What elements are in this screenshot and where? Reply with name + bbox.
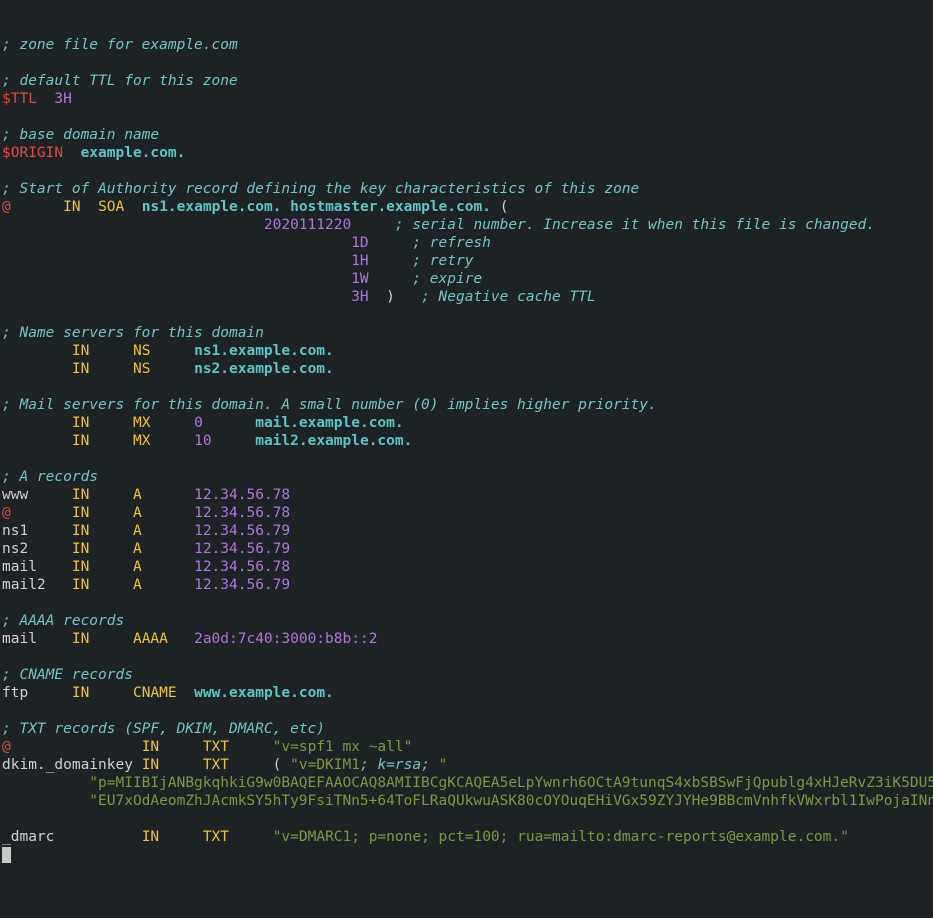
dkim-key: "EU7xOdAeomZhJAcmkSY5hTy9FsiTNn5+64ToFLR… — [2, 793, 933, 809]
dkim-key: "p=MIIBIjANBgkqhkiG9w0BAQEFAAOCAQ8AMIIBC… — [2, 775, 933, 791]
class: IN — [142, 739, 159, 755]
spf-value: "v=spf1 mx ~all" — [273, 739, 413, 755]
type-mx: MX — [133, 415, 150, 431]
dmarc-value: "v=DMARC1; p=none; pct=100; rua=mailto:d… — [273, 829, 849, 845]
class: IN — [142, 757, 159, 773]
soa-ns: ns1.example.com. — [142, 199, 282, 215]
comment: ; default TTL for this zone — [2, 73, 238, 89]
mx-host: mail.example.com. — [255, 415, 403, 431]
dkim-quote: " — [439, 757, 448, 773]
ns-host: ns2.example.com. — [194, 361, 334, 377]
dkim-name: dkim._domainkey — [2, 757, 133, 773]
type-txt: TXT — [203, 739, 229, 755]
type-ns: NS — [133, 361, 150, 377]
comment: ; base domain name — [2, 127, 159, 143]
dmarc-name: _dmarc — [2, 829, 54, 845]
class: IN — [72, 559, 89, 575]
dkim-v: "v=DKIM1 — [290, 757, 360, 773]
class: IN — [72, 487, 89, 503]
a-name: mail2 — [2, 577, 46, 593]
a-name: ns2 — [2, 541, 28, 557]
zone-file: ; zone file for example.com ; default TT… — [2, 36, 931, 864]
comment: ; refresh — [412, 235, 491, 251]
soa-mail: hostmaster.example.com. — [290, 199, 491, 215]
soa-nttl: 3H — [351, 289, 368, 305]
soa-expire: 1W — [351, 271, 368, 287]
txt-name: @ — [2, 739, 11, 755]
type-a: A — [133, 487, 142, 503]
class: IN — [72, 361, 89, 377]
soa-retry: 1H — [351, 253, 368, 269]
comment: ; Start of Authority record defining the… — [2, 181, 639, 197]
type-a: A — [133, 541, 142, 557]
ttl-directive: $TTL — [2, 91, 37, 107]
comment: ; expire — [412, 271, 482, 287]
origin-domain: example.com. — [81, 145, 186, 161]
type-a: A — [133, 505, 142, 521]
aaaa-name: mail — [2, 631, 37, 647]
a-ip: 12.34.56.78 — [194, 559, 290, 575]
class: IN — [72, 685, 89, 701]
class: IN — [72, 523, 89, 539]
soa-at: @ — [2, 199, 11, 215]
a-name: mail — [2, 559, 37, 575]
type-txt: TXT — [203, 829, 229, 845]
comment: ; AAAA records — [2, 613, 124, 629]
class: IN — [72, 631, 89, 647]
class: IN — [63, 199, 80, 215]
type-cname: CNAME — [133, 685, 177, 701]
a-ip: 12.34.56.79 — [194, 541, 290, 557]
type-a: A — [133, 523, 142, 539]
cname-target: www.example.com. — [194, 685, 334, 701]
a-name: ns1 — [2, 523, 28, 539]
cname-name: ftp — [2, 685, 28, 701]
comment: ; zone file for example.com — [2, 37, 238, 53]
ttl-value: 3H — [54, 91, 71, 107]
mx-prio: 0 — [194, 415, 203, 431]
mx-host: mail2.example.com. — [255, 433, 412, 449]
origin-directive: $ORIGIN — [2, 145, 63, 161]
comment: ; serial number. Increase it when this f… — [395, 217, 875, 233]
class: IN — [72, 505, 89, 521]
comment: ; A records — [2, 469, 98, 485]
class: IN — [72, 433, 89, 449]
a-ip: 12.34.56.78 — [194, 505, 290, 521]
type-mx: MX — [133, 433, 150, 449]
dkim-params: ; k=rsa; — [360, 757, 439, 773]
comment: ; CNAME records — [2, 667, 133, 683]
class: IN — [72, 343, 89, 359]
a-ip: 12.34.56.78 — [194, 487, 290, 503]
comment: ; Name servers for this domain — [2, 325, 264, 341]
type-a: A — [133, 577, 142, 593]
comment: ; Negative cache TTL — [421, 289, 596, 305]
paren-close: ) — [386, 289, 395, 305]
class: IN — [72, 415, 89, 431]
soa-serial: 2020111220 — [264, 217, 351, 233]
paren-open: ( — [500, 199, 509, 215]
a-name: www — [2, 487, 28, 503]
class: IN — [72, 577, 89, 593]
cursor — [2, 847, 11, 863]
paren-open: ( — [273, 757, 290, 773]
a-ip: 12.34.56.79 — [194, 577, 290, 593]
comment: ; Mail servers for this domain. A small … — [2, 397, 657, 413]
comment: ; retry — [412, 253, 473, 269]
class: IN — [142, 829, 159, 845]
type-a: A — [133, 559, 142, 575]
a-ip: 12.34.56.79 — [194, 523, 290, 539]
mx-prio: 10 — [194, 433, 211, 449]
soa-refresh: 1D — [351, 235, 368, 251]
ns-host: ns1.example.com. — [194, 343, 334, 359]
type-ns: NS — [133, 343, 150, 359]
a-name: @ — [2, 505, 11, 521]
type-aaaa: AAAA — [133, 631, 168, 647]
aaaa-ip: 2a0d:7c40:3000:b8b::2 — [194, 631, 377, 647]
type-txt: TXT — [203, 757, 229, 773]
type-soa: SOA — [98, 199, 124, 215]
comment: ; TXT records (SPF, DKIM, DMARC, etc) — [2, 721, 325, 737]
class: IN — [72, 541, 89, 557]
